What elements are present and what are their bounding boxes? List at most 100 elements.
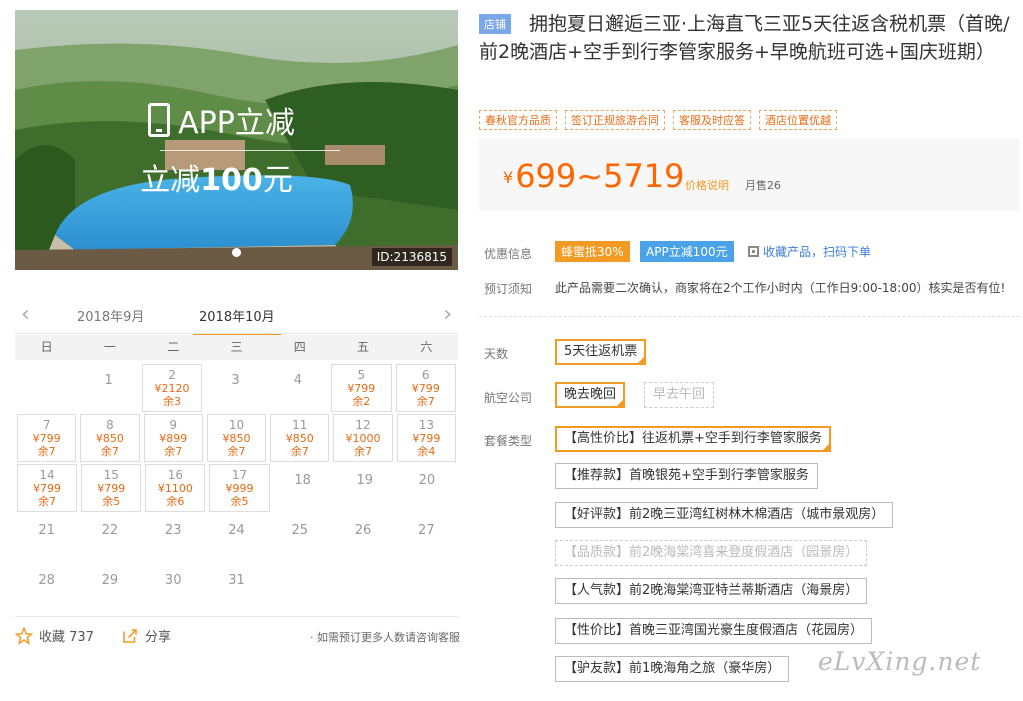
calendar-day-available[interactable]: 8 ¥850 余7: [80, 414, 140, 462]
favorite-button[interactable]: 收藏 737: [15, 626, 94, 645]
quality-tags: 春秋官方品质 签订正规旅游合同 客服及时应答 酒店位置优越: [479, 110, 837, 130]
day-number: 25: [291, 523, 309, 538]
share-icon: [123, 628, 137, 643]
day-price: ¥799: [33, 482, 62, 495]
day-price: ¥850: [95, 432, 124, 445]
day-number: 24: [228, 523, 245, 538]
day-number: 15: [103, 468, 119, 482]
day-stock: 余7: [37, 445, 56, 458]
shop-tag[interactable]: 店铺: [479, 14, 511, 34]
option-package-7[interactable]: 【驴友款】前1晚海角之旅（豪华房）: [555, 656, 790, 682]
price-box: ¥699~5719 价格说明 月售26: [479, 139, 1020, 211]
calendar-day-available[interactable]: 14 ¥799 余7: [17, 464, 78, 512]
calendar-week: 14 ¥799 余7 15 ¥799 余5 16 ¥1100 余6 17 ¥999 余5 18 19 20: [15, 463, 458, 513]
day-number: [17, 368, 75, 374]
calendar-week: 7 ¥799 余7 8 ¥850 余7 9 ¥899 余7 10 ¥850 余7 11 ¥850 余7 12 ¥…: [15, 413, 458, 463]
month-tab-oct[interactable]: 2018年10月: [193, 306, 281, 337]
badge-line2-amount: 100: [200, 163, 263, 198]
price-range: ¥699~5719: [503, 157, 685, 195]
product-id-label: ID:2136815: [371, 248, 452, 266]
day-number: 22: [101, 523, 119, 538]
calendar-day: 29: [80, 564, 139, 612]
package-label: 套餐类型: [484, 434, 533, 448]
app-discount-tag: APP立减100元: [640, 241, 734, 262]
product-hero-image[interactable]: APP立减 立减100元 ID:2136815: [15, 10, 458, 270]
day-number: 5: [357, 368, 366, 382]
weekday-label: 三: [230, 340, 243, 354]
chevron-left-icon[interactable]: ‹: [21, 302, 30, 327]
quality-tag: 签订正规旅游合同: [565, 110, 665, 130]
calendar-day: 4: [269, 364, 327, 412]
booking-notice: 此产品需要二次确认，商家将在2个工作小时内（工作日9:00-18:00）核实是否…: [555, 281, 1006, 295]
calendar-day: 26: [333, 514, 392, 562]
calendar-day-available[interactable]: 17 ¥999 余5: [209, 464, 270, 512]
day-price: ¥2120: [154, 382, 190, 395]
calendar-day-available[interactable]: 13 ¥799 余4: [396, 414, 456, 462]
calendar-day: 20: [398, 464, 456, 512]
option-airline-late[interactable]: 晚去晚回: [555, 382, 626, 408]
day-price: ¥850: [222, 432, 251, 445]
day-number: 26: [354, 523, 372, 538]
option-days-5[interactable]: 5天往返机票: [555, 339, 647, 365]
honey-discount-badge: 蜂蜜抵30%: [555, 241, 630, 262]
month-tab-sep[interactable]: 2018年9月: [77, 306, 144, 325]
option-package-6[interactable]: 【性价比】首晚三亚湾国光豪生度假酒店（花园房）: [555, 618, 873, 644]
monthly-sales: 月售26: [745, 179, 781, 192]
day-price: ¥799: [97, 482, 126, 495]
calendar-day-available[interactable]: 6 ¥799 余7: [395, 364, 456, 412]
calendar-day: 31: [207, 564, 266, 612]
section-divider: [479, 316, 1020, 317]
calendar-week: 1 2 ¥2120 余3 3 4 5 ¥799 余2 6 ¥799 余7: [15, 363, 458, 413]
calendar-week: 21 22 23 24 25 26 27: [15, 513, 458, 563]
option-package-5[interactable]: 【人气款】前2晚海棠湾亚特兰蒂斯酒店（海景房）: [555, 578, 868, 604]
day-number: 3: [231, 373, 240, 388]
calendar-day-available[interactable]: 15 ¥799 余5: [81, 464, 142, 512]
day-stock: 余7: [38, 495, 57, 508]
option-package-1[interactable]: 【高性价比】往返机票+空手到行李管家服务: [555, 426, 831, 452]
day-price: ¥799: [32, 432, 61, 445]
option-package-4[interactable]: 【品质款】前2晚海棠湾喜来登度假酒店（园景房）: [555, 540, 868, 566]
badge-line2: 立减100元: [15, 155, 458, 199]
app-discount-badge: APP立减 立减100元: [15, 98, 458, 199]
day-number: 30: [164, 573, 182, 588]
calendar-day-available[interactable]: 9 ¥899 余7: [143, 414, 203, 462]
site-watermark: eLvXing.net: [818, 647, 982, 676]
day-number: 11: [292, 418, 308, 432]
quality-tag: 客服及时应答: [673, 110, 751, 130]
qr-code-icon: [748, 246, 759, 257]
scan-to-order-link[interactable]: 收藏产品，扫码下单: [748, 243, 871, 260]
day-price: ¥899: [159, 432, 188, 445]
calendar-day-available[interactable]: 7 ¥799 余7: [17, 414, 77, 462]
calendar-day-available[interactable]: 11 ¥850 余7: [270, 414, 330, 462]
option-package-3[interactable]: 【好评款】前2晚三亚湾红树林木棉酒店（城市景观房）: [555, 502, 894, 528]
calendar-day: [270, 564, 329, 612]
option-package-2[interactable]: 【推荐款】首晚银苑+空手到行李管家服务: [555, 463, 818, 489]
calendar-day: 28: [17, 564, 76, 612]
calendar-header: ‹ 2018年9月 2018年10月 ›: [15, 296, 458, 337]
calendar-day: 18: [274, 464, 332, 512]
calendar-day-available[interactable]: 12 ¥1000 余7: [333, 414, 393, 462]
option-airline-early[interactable]: 早去午回: [644, 382, 715, 408]
day-price: ¥1100: [157, 482, 193, 495]
quality-tag: 酒店位置优越: [759, 110, 837, 130]
chevron-right-icon[interactable]: ›: [443, 302, 452, 327]
badge-line2-suffix: 元: [262, 163, 293, 198]
day-price: ¥1000: [345, 432, 381, 445]
day-price: ¥799: [347, 382, 376, 395]
carousel-dot[interactable]: [232, 248, 241, 257]
day-stock: 余7: [100, 445, 119, 458]
price-explanation-link[interactable]: 价格说明: [685, 177, 729, 193]
day-number: 14: [39, 468, 55, 482]
calendar-day-available[interactable]: 2 ¥2120 余3: [141, 364, 203, 412]
share-button[interactable]: 分享: [121, 626, 171, 645]
day-stock: 余7: [164, 445, 183, 458]
calendar-day-available[interactable]: 10 ¥850 余7: [206, 414, 267, 462]
currency-symbol: ¥: [503, 168, 514, 187]
calendar-day-available[interactable]: 5 ¥799 余2: [331, 364, 392, 412]
phone-icon: [148, 103, 171, 137]
day-price: ¥850: [285, 432, 314, 445]
airline-label: 航空公司: [484, 391, 533, 405]
calendar-day: 19: [336, 464, 394, 512]
calendar-day-available[interactable]: 16 ¥1100 余6: [145, 464, 206, 512]
product-title: 拥抱夏日邂逅三亚·上海直飞三亚5天往返含税机票（首晚/前2晚酒店+空手到行李管家…: [479, 13, 1010, 63]
